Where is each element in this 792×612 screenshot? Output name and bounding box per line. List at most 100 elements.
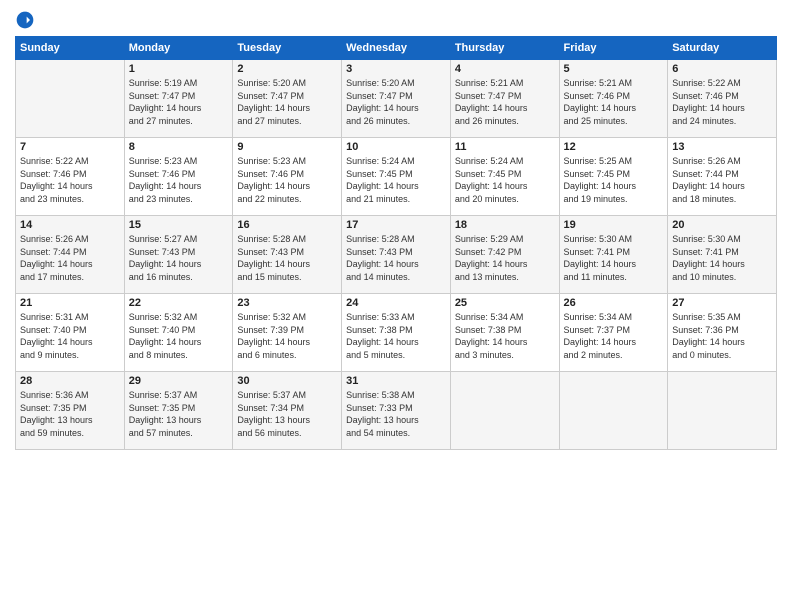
cell-1-7: 6Sunrise: 5:22 AM Sunset: 7:46 PM Daylig…: [668, 60, 777, 138]
day-number: 22: [129, 297, 229, 309]
week-row-1: 1 Sunrise: 5:19 AM Sunset: 7:47 PM Daylig…: [16, 60, 777, 138]
header: [15, 10, 777, 30]
cell-2-7: 13Sunrise: 5:26 AM Sunset: 7:44 PM Dayli…: [668, 138, 777, 216]
cell-info: Sunrise: 5:19 AM Sunset: 7:47 PM Dayligh…: [129, 77, 229, 127]
cell-5-2: 29 Sunrise: 5:37 AM Sunset: 7:35 PM Dayli…: [124, 372, 233, 450]
cell-3-1: 14 Sunrise: 5:26 AM Sunset: 7:44 PM Dayli…: [16, 216, 125, 294]
day-number: 19: [564, 219, 664, 231]
cell-4-6: 26 Sunrise: 5:34 AM Sunset: 7:37 PM Dayli…: [559, 294, 668, 372]
day-number: 10: [346, 141, 446, 153]
calendar-table: SundayMondayTuesdayWednesdayThursdayFrid…: [15, 36, 777, 450]
cell-info: Sunrise: 5:37 AM Sunset: 7:35 PM Dayligh…: [129, 389, 229, 439]
day-number: 26: [564, 297, 664, 309]
cell-2-3: 9Sunrise: 5:23 AM Sunset: 7:46 PM Daylig…: [233, 138, 342, 216]
col-header-monday: Monday: [124, 37, 233, 60]
cell-2-5: 11Sunrise: 5:24 AM Sunset: 7:45 PM Dayli…: [450, 138, 559, 216]
cell-4-4: 24 Sunrise: 5:33 AM Sunset: 7:38 PM Dayli…: [342, 294, 451, 372]
day-number: 12: [564, 141, 664, 153]
day-number: 31: [346, 375, 446, 387]
cell-info: Sunrise: 5:32 AM Sunset: 7:39 PM Dayligh…: [237, 311, 337, 361]
cell-info: Sunrise: 5:28 AM Sunset: 7:43 PM Dayligh…: [237, 233, 337, 283]
col-header-saturday: Saturday: [668, 37, 777, 60]
day-number: 1: [129, 63, 229, 75]
day-number: 2: [237, 63, 337, 75]
cell-1-5: 4 Sunrise: 5:21 AM Sunset: 7:47 PM Daylig…: [450, 60, 559, 138]
cell-5-6: [559, 372, 668, 450]
day-number: 8: [129, 141, 229, 153]
cell-3-2: 15 Sunrise: 5:27 AM Sunset: 7:43 PM Dayli…: [124, 216, 233, 294]
cell-info: Sunrise: 5:24 AM Sunset: 7:45 PM Dayligh…: [455, 155, 555, 205]
cell-5-7: [668, 372, 777, 450]
cell-info: Sunrise: 5:22 AM Sunset: 7:46 PM Dayligh…: [672, 77, 772, 127]
day-number: 13: [672, 141, 772, 153]
cell-info: Sunrise: 5:23 AM Sunset: 7:46 PM Dayligh…: [129, 155, 229, 205]
cell-info: Sunrise: 5:21 AM Sunset: 7:47 PM Dayligh…: [455, 77, 555, 127]
logo: [15, 10, 39, 30]
day-number: 27: [672, 297, 772, 309]
cell-info: Sunrise: 5:24 AM Sunset: 7:45 PM Dayligh…: [346, 155, 446, 205]
cell-1-1: [16, 60, 125, 138]
cell-info: Sunrise: 5:38 AM Sunset: 7:33 PM Dayligh…: [346, 389, 446, 439]
cell-1-4: 3Sunrise: 5:20 AM Sunset: 7:47 PM Daylig…: [342, 60, 451, 138]
week-row-4: 21Sunrise: 5:31 AM Sunset: 7:40 PM Dayli…: [16, 294, 777, 372]
cell-info: Sunrise: 5:26 AM Sunset: 7:44 PM Dayligh…: [20, 233, 120, 283]
day-number: 29: [129, 375, 229, 387]
col-header-thursday: Thursday: [450, 37, 559, 60]
cell-info: Sunrise: 5:36 AM Sunset: 7:35 PM Dayligh…: [20, 389, 120, 439]
cell-info: Sunrise: 5:29 AM Sunset: 7:42 PM Dayligh…: [455, 233, 555, 283]
day-number: 14: [20, 219, 120, 231]
cell-4-3: 23 Sunrise: 5:32 AM Sunset: 7:39 PM Dayli…: [233, 294, 342, 372]
cell-info: Sunrise: 5:33 AM Sunset: 7:38 PM Dayligh…: [346, 311, 446, 361]
cell-info: Sunrise: 5:34 AM Sunset: 7:37 PM Dayligh…: [564, 311, 664, 361]
day-number: 3: [346, 63, 446, 75]
day-number: 24: [346, 297, 446, 309]
cell-info: Sunrise: 5:25 AM Sunset: 7:45 PM Dayligh…: [564, 155, 664, 205]
cell-2-2: 8 Sunrise: 5:23 AM Sunset: 7:46 PM Daylig…: [124, 138, 233, 216]
cell-2-6: 12 Sunrise: 5:25 AM Sunset: 7:45 PM Dayli…: [559, 138, 668, 216]
cell-3-4: 17 Sunrise: 5:28 AM Sunset: 7:43 PM Dayli…: [342, 216, 451, 294]
cell-info: Sunrise: 5:23 AM Sunset: 7:46 PM Dayligh…: [237, 155, 337, 205]
cell-5-3: 30 Sunrise: 5:37 AM Sunset: 7:34 PM Dayli…: [233, 372, 342, 450]
cell-2-1: 7Sunrise: 5:22 AM Sunset: 7:46 PM Daylig…: [16, 138, 125, 216]
col-header-sunday: Sunday: [16, 37, 125, 60]
cell-info: Sunrise: 5:30 AM Sunset: 7:41 PM Dayligh…: [672, 233, 772, 283]
page: SundayMondayTuesdayWednesdayThursdayFrid…: [0, 0, 792, 612]
col-header-friday: Friday: [559, 37, 668, 60]
cell-info: Sunrise: 5:21 AM Sunset: 7:46 PM Dayligh…: [564, 77, 664, 127]
cell-2-4: 10 Sunrise: 5:24 AM Sunset: 7:45 PM Dayli…: [342, 138, 451, 216]
day-number: 20: [672, 219, 772, 231]
cell-info: Sunrise: 5:34 AM Sunset: 7:38 PM Dayligh…: [455, 311, 555, 361]
day-number: 18: [455, 219, 555, 231]
cell-4-2: 22 Sunrise: 5:32 AM Sunset: 7:40 PM Dayli…: [124, 294, 233, 372]
cell-info: Sunrise: 5:27 AM Sunset: 7:43 PM Dayligh…: [129, 233, 229, 283]
day-number: 4: [455, 63, 555, 75]
day-number: 17: [346, 219, 446, 231]
day-number: 15: [129, 219, 229, 231]
cell-3-7: 20 Sunrise: 5:30 AM Sunset: 7:41 PM Dayli…: [668, 216, 777, 294]
day-number: 30: [237, 375, 337, 387]
cell-3-6: 19 Sunrise: 5:30 AM Sunset: 7:41 PM Dayli…: [559, 216, 668, 294]
cell-5-1: 28Sunrise: 5:36 AM Sunset: 7:35 PM Dayli…: [16, 372, 125, 450]
day-number: 16: [237, 219, 337, 231]
cell-4-1: 21Sunrise: 5:31 AM Sunset: 7:40 PM Dayli…: [16, 294, 125, 372]
week-row-5: 28Sunrise: 5:36 AM Sunset: 7:35 PM Dayli…: [16, 372, 777, 450]
cell-info: Sunrise: 5:22 AM Sunset: 7:46 PM Dayligh…: [20, 155, 120, 205]
cell-5-5: [450, 372, 559, 450]
cell-info: Sunrise: 5:37 AM Sunset: 7:34 PM Dayligh…: [237, 389, 337, 439]
cell-info: Sunrise: 5:28 AM Sunset: 7:43 PM Dayligh…: [346, 233, 446, 283]
cell-4-7: 27Sunrise: 5:35 AM Sunset: 7:36 PM Dayli…: [668, 294, 777, 372]
cell-1-2: 1 Sunrise: 5:19 AM Sunset: 7:47 PM Daylig…: [124, 60, 233, 138]
cell-3-5: 18 Sunrise: 5:29 AM Sunset: 7:42 PM Dayli…: [450, 216, 559, 294]
day-number: 21: [20, 297, 120, 309]
col-header-tuesday: Tuesday: [233, 37, 342, 60]
day-number: 23: [237, 297, 337, 309]
logo-icon: [15, 10, 35, 30]
day-number: 25: [455, 297, 555, 309]
day-number: 5: [564, 63, 664, 75]
header-row: SundayMondayTuesdayWednesdayThursdayFrid…: [16, 37, 777, 60]
cell-info: Sunrise: 5:32 AM Sunset: 7:40 PM Dayligh…: [129, 311, 229, 361]
col-header-wednesday: Wednesday: [342, 37, 451, 60]
cell-5-4: 31 Sunrise: 5:38 AM Sunset: 7:33 PM Dayli…: [342, 372, 451, 450]
cell-3-3: 16 Sunrise: 5:28 AM Sunset: 7:43 PM Dayli…: [233, 216, 342, 294]
cell-info: Sunrise: 5:30 AM Sunset: 7:41 PM Dayligh…: [564, 233, 664, 283]
